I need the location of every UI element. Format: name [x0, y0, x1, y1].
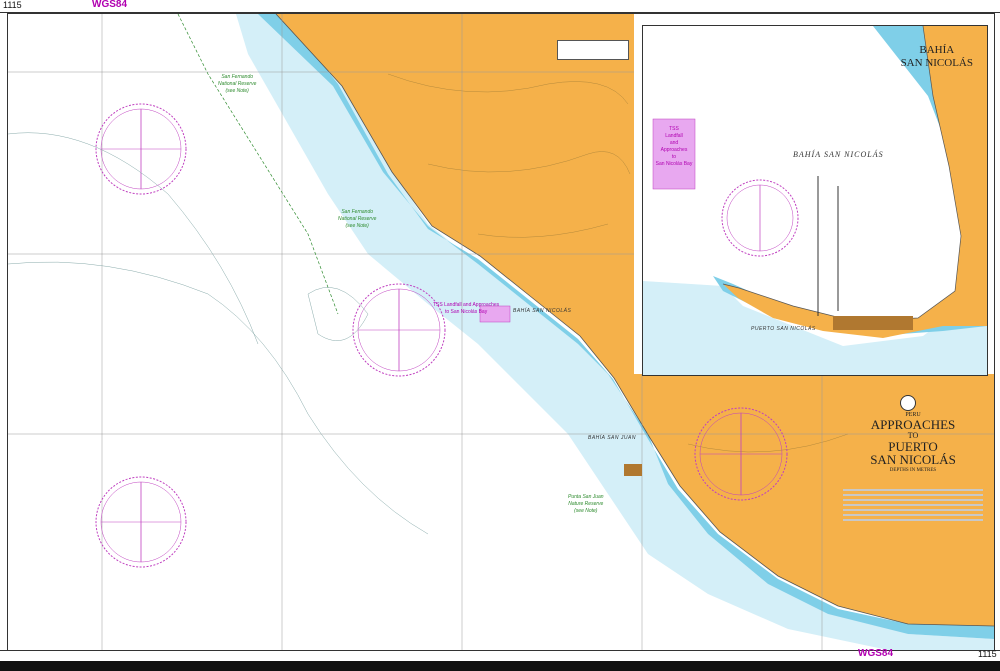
reserve-type: National Reserve	[338, 216, 377, 222]
inset-graphics	[643, 26, 987, 375]
compass-rose	[95, 476, 187, 568]
inset-tss-line: Landfall	[665, 133, 683, 139]
chart-bottom-bar	[0, 661, 1000, 671]
inset-tss-line: and	[669, 140, 679, 146]
chart-notes	[843, 489, 983, 524]
tss-label-line: to San Nicolás Bay	[444, 309, 488, 315]
title-depth-units: DEPTHS IN METRES	[889, 468, 937, 473]
chart-title-block: PERU APPROACHES TO PUERTO SAN NICOLÁS DE…	[853, 392, 973, 473]
title-line1: APPROACHES	[870, 417, 956, 432]
inset-compass-rose	[721, 179, 799, 257]
reserve-name: San Fernando	[221, 74, 254, 80]
nautical-chart[interactable]: San Fernando National Reserve (see Note)…	[7, 13, 995, 651]
inset-title-line1: BAHÍA	[919, 44, 955, 56]
chart-top-border	[0, 0, 1000, 13]
sounding-table	[557, 40, 629, 60]
tss-label: TSS Landfall and Approaches to San Nicol…	[433, 302, 499, 316]
reserve-note: (see Note)	[574, 508, 598, 514]
datum-label-bottom: WGS84	[858, 648, 894, 659]
tss-label-line: TSS Landfall and Approaches	[433, 302, 500, 308]
inset-bay-label: BAHÍA SAN NICOLÁS	[793, 150, 884, 159]
reserve-name: Punta San Juan	[568, 494, 604, 500]
reserve-label-north: San Fernando National Reserve (see Note)	[218, 74, 256, 95]
inset-port-label: PUERTO SAN NICOLÁS	[751, 326, 816, 332]
inset-title: BAHÍA SAN NICOLÁS	[901, 44, 973, 70]
reserve-type: National Reserve	[218, 81, 257, 87]
reserve-name: San Fernando	[341, 209, 374, 215]
inset-tss-line: Approaches	[660, 147, 688, 153]
inset-bahia-san-nicolas[interactable]: BAHÍA SAN NICOLÁS BAHÍA SAN NICOLÁS PUER…	[642, 25, 988, 376]
inset-land	[723, 26, 987, 338]
inset-tss-line: to	[671, 154, 677, 160]
depth-contour	[8, 132, 259, 345]
reserve-note: (see Note)	[225, 88, 249, 94]
compass-rose	[352, 283, 446, 377]
reserve-type: Nature Reserve	[568, 501, 604, 507]
inset-tss-line: San Nicolás Bay	[655, 161, 693, 167]
chart-number-bottom-right: 1115	[978, 649, 997, 659]
title-line4: SAN NICOLÁS	[870, 452, 956, 467]
reserve-note: (see Note)	[345, 223, 369, 229]
compass-rose	[95, 103, 187, 195]
town-area	[624, 464, 642, 476]
inset-port-area	[833, 316, 913, 330]
bahia-san-nicolas-label: BAHÍA SAN NICOLÁS	[513, 308, 572, 314]
reserve-label-mid: San Fernando National Reserve (see Note)	[338, 209, 376, 230]
reserve-label-south: Punta San Juan Nature Reserve (see Note)	[568, 494, 604, 515]
inset-tss-label: TSS Landfall and Approaches to San Nicol…	[651, 126, 697, 168]
bahia-san-juan-label: BAHÍA SAN JUAN	[588, 435, 636, 441]
inset-tss-line: TSS	[669, 126, 679, 132]
inset-title-line2: SAN NICOLÁS	[900, 57, 973, 69]
depth-contour	[8, 261, 429, 535]
chart-number-top-left: 1115	[3, 0, 22, 10]
datum-label-top: WGS84	[92, 0, 128, 10]
